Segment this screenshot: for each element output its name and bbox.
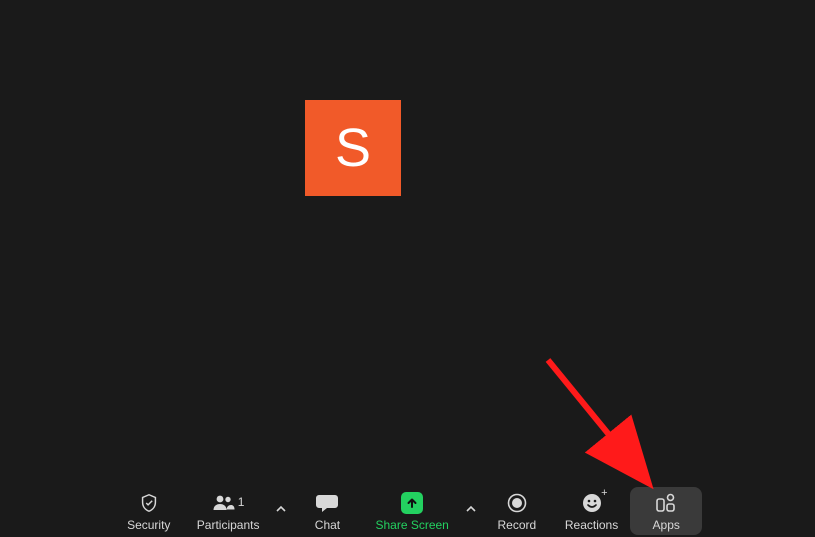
chevron-up-icon (466, 504, 476, 514)
share-screen-icon (401, 491, 423, 515)
shield-icon (138, 491, 160, 515)
chat-icon (315, 491, 339, 515)
participant-avatar: S (305, 100, 401, 196)
share-label: Share Screen (375, 518, 448, 532)
chat-label: Chat (315, 518, 340, 532)
meeting-toolbar: Security 1 Participants (0, 486, 815, 537)
share-group: Share Screen (363, 487, 480, 535)
security-group: Security (113, 487, 185, 535)
security-label: Security (127, 518, 170, 532)
share-screen-button[interactable]: Share Screen (363, 487, 460, 535)
reactions-button[interactable]: + Reactions (553, 487, 630, 535)
share-caret[interactable] (461, 487, 481, 531)
reactions-group: + Reactions (553, 487, 630, 535)
participants-group: 1 Participants (185, 487, 292, 535)
smiley-icon: + (582, 491, 602, 515)
chat-button[interactable]: Chat (291, 487, 363, 535)
record-button[interactable]: Record (481, 487, 553, 535)
apps-icon (655, 491, 677, 515)
chat-group: Chat (291, 487, 363, 535)
record-group: Record (481, 487, 553, 535)
security-button[interactable]: Security (113, 487, 185, 535)
apps-label: Apps (653, 518, 680, 532)
video-area: S (0, 0, 815, 486)
chevron-up-icon (276, 504, 286, 514)
participants-label: Participants (197, 518, 260, 532)
reactions-label: Reactions (565, 518, 618, 532)
record-icon (507, 491, 527, 515)
record-label: Record (498, 518, 537, 532)
participants-caret[interactable] (271, 487, 291, 531)
participants-button[interactable]: 1 Participants (185, 487, 272, 535)
participants-icon: 1 (212, 491, 245, 515)
apps-group: Apps (630, 487, 702, 535)
avatar-initial: S (335, 117, 371, 179)
plus-icon: + (601, 487, 607, 499)
participants-count: 1 (238, 495, 245, 509)
apps-button[interactable]: Apps (630, 487, 702, 535)
